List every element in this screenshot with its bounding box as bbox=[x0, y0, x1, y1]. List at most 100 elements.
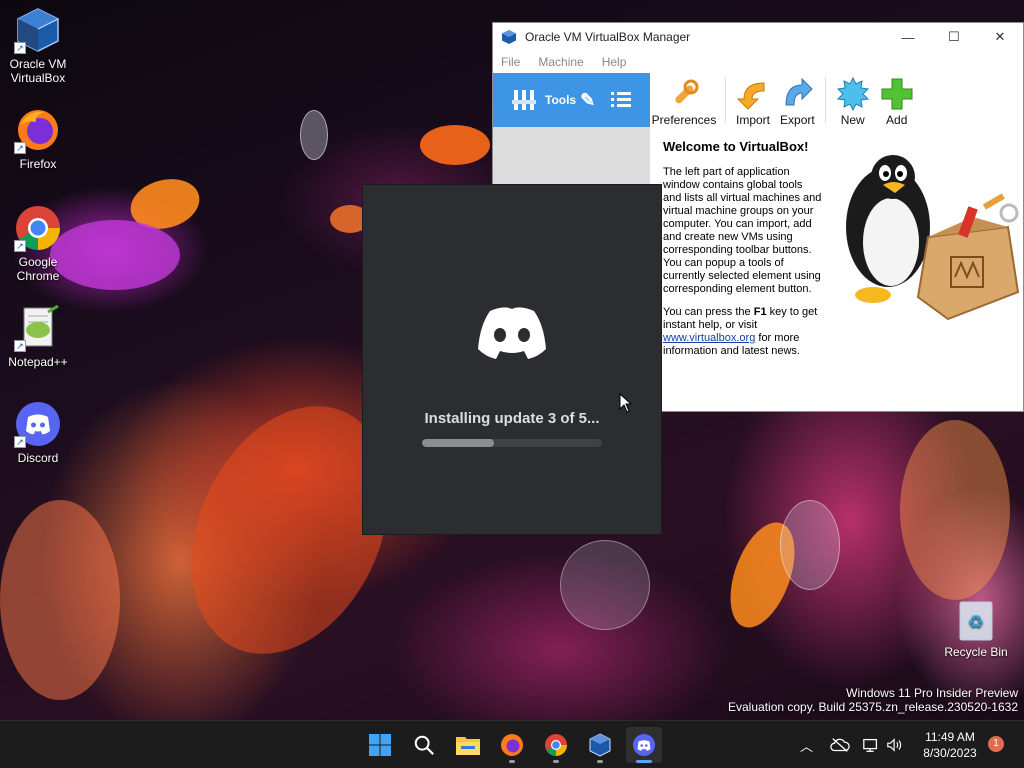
show-hidden-icons-button[interactable]: ︿ bbox=[800, 721, 813, 768]
discord-icon: ↗ bbox=[14, 400, 62, 448]
folder-icon bbox=[456, 737, 480, 755]
taskbar-file-explorer[interactable] bbox=[450, 727, 486, 763]
shortcut-arrow-icon: ↗ bbox=[14, 340, 26, 352]
toolbar-separator bbox=[725, 77, 726, 123]
preferences-label: Preferences bbox=[651, 113, 717, 127]
windows-logo-icon bbox=[369, 734, 391, 756]
wallpaper-droplet bbox=[780, 500, 840, 590]
start-button[interactable] bbox=[362, 727, 398, 763]
search-icon bbox=[414, 735, 434, 755]
discord-icon bbox=[633, 734, 655, 756]
desktop-icon-label: Oracle VM bbox=[9, 57, 67, 71]
preferences-button[interactable]: Preferences bbox=[651, 77, 717, 129]
welcome-help-paragraph: You can press the F1 key to get instant … bbox=[663, 306, 823, 358]
running-indicator bbox=[597, 760, 603, 763]
windows-watermark: Windows 11 Pro Insider Preview Evaluatio… bbox=[728, 686, 1018, 714]
desktop-icon-virtualbox[interactable]: ↗ Oracle VM VirtualBox bbox=[0, 6, 76, 85]
import-label: Import bbox=[736, 113, 771, 127]
menu-bar: File Machine Help bbox=[493, 51, 1023, 73]
list-menu-icon[interactable] bbox=[609, 88, 633, 112]
export-label: Export bbox=[780, 113, 815, 127]
window-titlebar[interactable]: Oracle VM VirtualBox Manager — ☐ ✕ bbox=[493, 23, 1023, 51]
maximize-button[interactable]: ☐ bbox=[931, 23, 977, 51]
wallpaper-droplet bbox=[300, 110, 328, 160]
taskbar-discord[interactable] bbox=[626, 727, 662, 763]
chrome-icon bbox=[545, 734, 567, 756]
recycle-bin-icon: ♻ bbox=[956, 598, 996, 642]
running-indicator bbox=[509, 760, 515, 763]
preferences-icon bbox=[675, 79, 699, 104]
shortcut-arrow-icon: ↗ bbox=[14, 42, 26, 54]
virtualbox-link[interactable]: www.virtualbox.org bbox=[663, 332, 755, 344]
update-progress-bar bbox=[422, 439, 602, 447]
shortcut-arrow-icon: ↗ bbox=[14, 240, 26, 252]
pin-icon[interactable]: ✎ bbox=[580, 90, 595, 111]
notepadpp-icon: ↗ bbox=[14, 304, 62, 352]
taskbar: ︿ 11:49 AM 8/30/2023 bbox=[0, 720, 1024, 768]
desktop-icon-label: Firefox bbox=[19, 157, 57, 171]
toolbar-separator bbox=[824, 77, 826, 123]
shortcut-arrow-icon: ↗ bbox=[14, 142, 26, 154]
wallpaper-blob bbox=[420, 125, 490, 165]
desktop-icon-label: Discord bbox=[17, 451, 59, 465]
minimize-button[interactable]: — bbox=[885, 23, 931, 51]
import-icon bbox=[736, 82, 765, 110]
toolbar: Preferences Import Export New Add bbox=[651, 77, 924, 129]
new-icon bbox=[836, 77, 869, 111]
tools-icon bbox=[512, 90, 536, 110]
desktop-icon-firefox[interactable]: ↗ Firefox bbox=[0, 106, 76, 171]
welcome-paragraph: The left part of application window cont… bbox=[663, 166, 822, 295]
desktop-icon-notepadpp[interactable]: ↗ Notepad++ bbox=[0, 304, 76, 369]
add-label: Add bbox=[886, 113, 908, 127]
desktop-icon-recycle-bin[interactable]: ♻ Recycle Bin bbox=[936, 598, 1016, 659]
window-title: Oracle VM VirtualBox Manager bbox=[525, 30, 691, 44]
import-button[interactable]: Import bbox=[736, 77, 770, 129]
cloud-status[interactable] bbox=[830, 721, 850, 768]
chevron-up-icon: ︿ bbox=[800, 738, 814, 754]
welcome-heading: Welcome to VirtualBox! bbox=[663, 139, 809, 154]
desktop-icon-discord[interactable]: ↗ Discord bbox=[0, 400, 76, 465]
running-indicator bbox=[553, 760, 559, 763]
add-icon bbox=[881, 78, 913, 110]
mouse-cursor-icon bbox=[619, 393, 633, 413]
wallpaper-blob bbox=[0, 500, 120, 700]
menu-machine[interactable]: Machine bbox=[538, 51, 583, 73]
search-button[interactable] bbox=[406, 727, 442, 763]
watermark-edition: Windows 11 Pro Insider Preview bbox=[846, 686, 1018, 700]
menu-help[interactable]: Help bbox=[602, 51, 627, 73]
desktop-icon-chrome[interactable]: ↗ Google Chrome bbox=[0, 204, 76, 283]
notification-badge[interactable]: 1 bbox=[988, 736, 1004, 752]
cloud-offline-icon bbox=[830, 738, 850, 752]
desktop-icon-label: Google bbox=[18, 255, 58, 269]
welcome-panel: Welcome to VirtualBox! The left part of … bbox=[663, 139, 823, 368]
new-button[interactable]: New bbox=[836, 77, 870, 129]
add-button[interactable]: Add bbox=[880, 77, 914, 129]
discord-logo-icon bbox=[478, 307, 546, 359]
volume-button[interactable] bbox=[886, 721, 904, 768]
close-button[interactable]: ✕ bbox=[977, 23, 1023, 51]
watermark-build: Evaluation copy. Build 25375.zn_release.… bbox=[728, 700, 1018, 714]
update-progress-fill bbox=[422, 439, 494, 447]
clock-date: 8/30/2023 bbox=[923, 746, 977, 760]
virtualbox-icon bbox=[502, 30, 516, 44]
firefox-icon: ↗ bbox=[14, 106, 62, 154]
desktop-icon-label: Notepad++ bbox=[8, 355, 68, 369]
running-indicator bbox=[636, 760, 652, 763]
tools-item[interactable]: Tools ✎ bbox=[493, 73, 650, 127]
taskbar-virtualbox[interactable] bbox=[582, 727, 618, 763]
export-button[interactable]: Export bbox=[780, 77, 815, 129]
menu-file[interactable]: File bbox=[501, 51, 520, 73]
taskbar-firefox[interactable] bbox=[494, 727, 530, 763]
taskbar-chrome[interactable] bbox=[538, 727, 574, 763]
svg-text:♻: ♻ bbox=[968, 612, 984, 633]
wallpaper-droplet bbox=[560, 540, 650, 630]
desktop-icon-label: VirtualBox bbox=[10, 71, 66, 85]
clock[interactable]: 11:49 AM 8/30/2023 bbox=[910, 729, 990, 761]
tux-toolbox-illustration bbox=[846, 155, 1020, 321]
virtualbox-icon: ↗ bbox=[14, 6, 62, 54]
desktop-icon-label: Chrome bbox=[16, 269, 60, 283]
network-button[interactable] bbox=[862, 721, 880, 768]
firefox-icon bbox=[501, 734, 523, 756]
chrome-icon: ↗ bbox=[14, 204, 62, 252]
help-text: You can press the bbox=[663, 306, 754, 318]
